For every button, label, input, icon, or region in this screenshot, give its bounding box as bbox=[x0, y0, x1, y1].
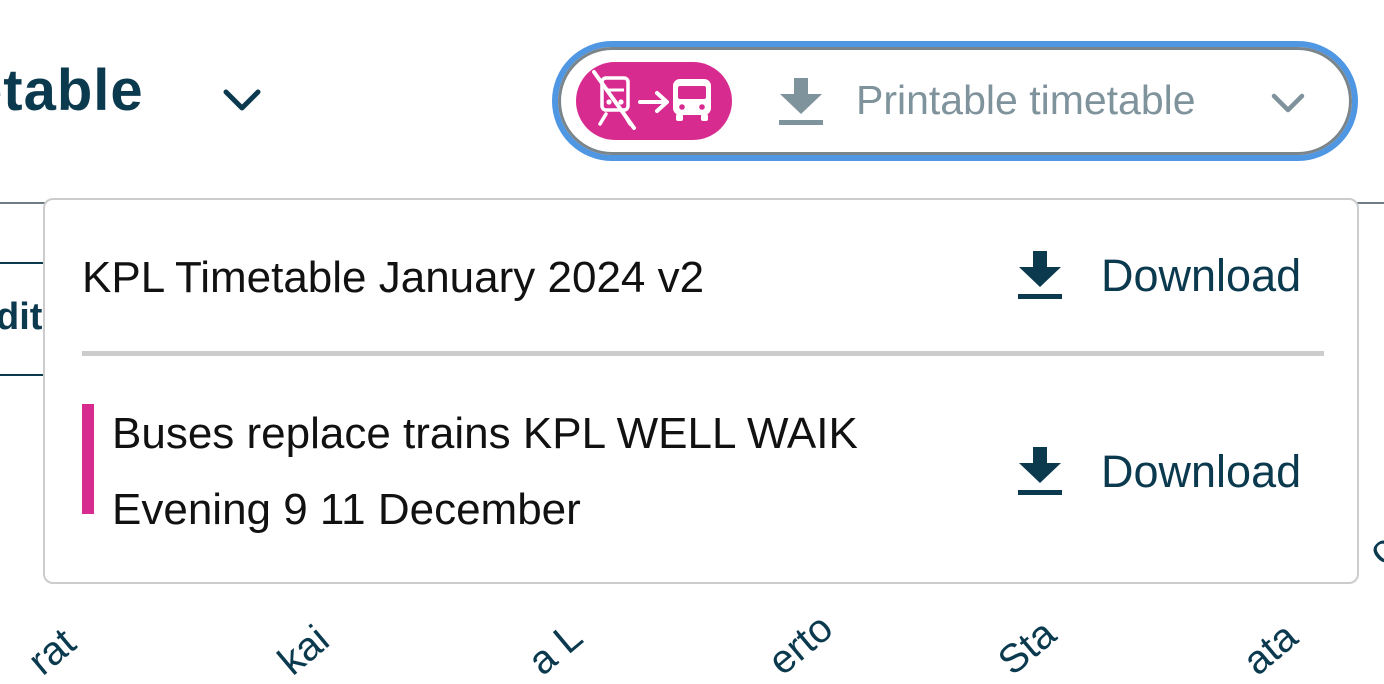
page-title: etable bbox=[0, 58, 144, 123]
item-divider bbox=[82, 351, 1324, 356]
download-icon bbox=[1015, 445, 1065, 499]
timetable-item-title: KPL Timetable January 2024 v2 bbox=[82, 253, 705, 302]
download-icon bbox=[776, 76, 826, 128]
stop-label: erto bbox=[760, 605, 842, 684]
timetable-item-title: Buses replace trains KPL WELL WAIK Eveni… bbox=[112, 409, 858, 534]
stop-label: a L bbox=[520, 614, 591, 684]
stop-label: Sta bbox=[990, 611, 1065, 684]
download-icon bbox=[1015, 249, 1065, 303]
download-button[interactable]: Download bbox=[1015, 246, 1301, 306]
bus-replacement-accent-bar bbox=[82, 404, 94, 514]
edit-button[interactable]: dit bbox=[0, 262, 44, 376]
download-label: Download bbox=[1101, 250, 1302, 301]
stop-label: on bbox=[1360, 511, 1384, 574]
stop-label: rat bbox=[20, 619, 85, 684]
printable-timetable-label: Printable timetable bbox=[856, 77, 1196, 123]
timetable-download-dropdown: KPL Timetable January 2024 v2 Download B… bbox=[43, 198, 1359, 584]
stop-label: kai bbox=[270, 617, 338, 684]
stop-label: ata bbox=[1235, 614, 1306, 684]
title-chevron-down-icon[interactable] bbox=[218, 80, 266, 120]
chevron-down-icon bbox=[1266, 82, 1310, 122]
edit-button-label: dit bbox=[0, 296, 43, 338]
download-label: Download bbox=[1101, 446, 1302, 497]
download-button[interactable]: Download bbox=[1015, 442, 1301, 502]
train-to-bus-replacement-icon bbox=[576, 62, 732, 140]
